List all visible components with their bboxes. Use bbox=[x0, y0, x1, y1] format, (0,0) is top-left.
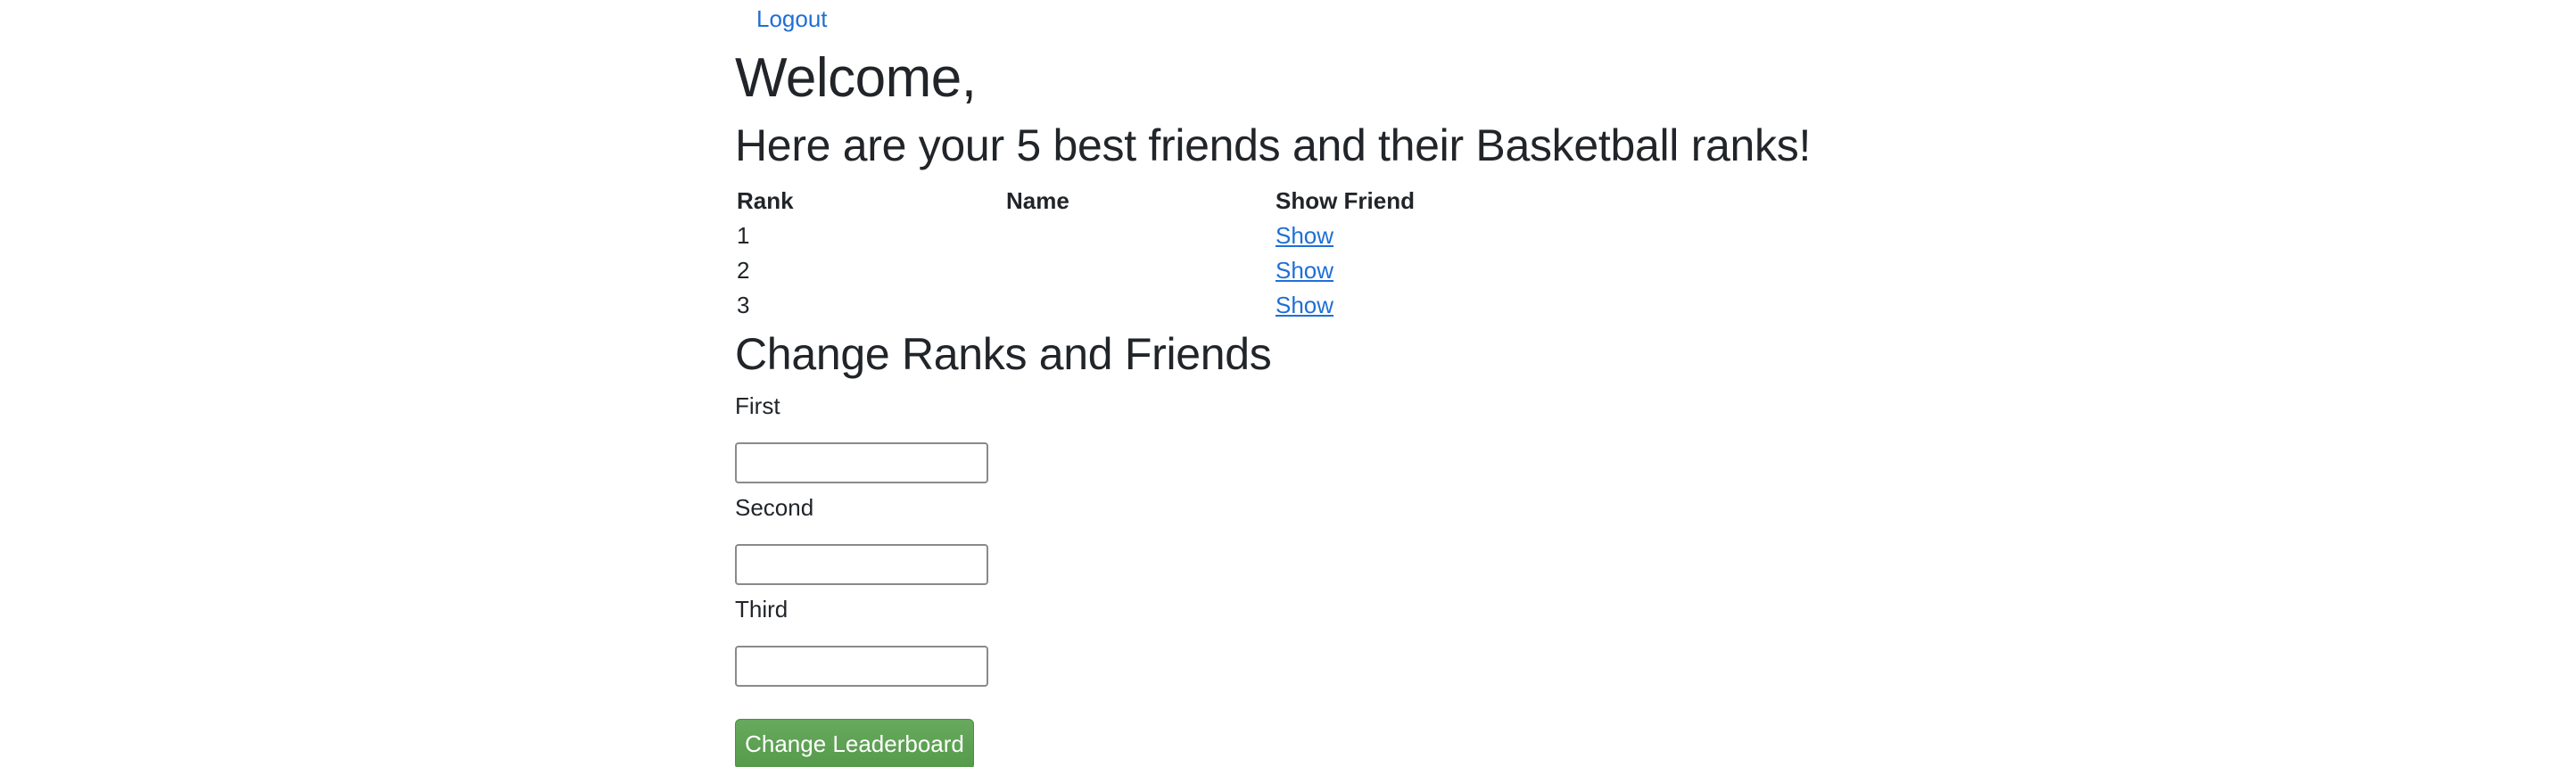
change-leaderboard-button[interactable]: Change Leaderboard bbox=[735, 719, 974, 767]
rank-cell: 3 bbox=[737, 292, 750, 318]
first-friend-input[interactable] bbox=[735, 442, 988, 483]
change-ranks-heading: Change Ranks and Friends bbox=[735, 329, 1272, 379]
friends-subtitle: Here are your 5 best friends and their B… bbox=[735, 120, 1812, 170]
ranks-table: Rank Name Show Friend 1 Show 2 Show 3 Sh… bbox=[735, 184, 1543, 323]
show-friend-column-header: Show Friend bbox=[1276, 187, 1415, 214]
second-friend-input[interactable] bbox=[735, 544, 988, 585]
rank-cell: 1 bbox=[737, 222, 750, 249]
table-row: 1 Show bbox=[735, 219, 1543, 253]
third-field-label: Third bbox=[735, 596, 788, 623]
first-field-label: First bbox=[735, 392, 780, 419]
rank-cell: 2 bbox=[737, 257, 750, 284]
welcome-heading: Welcome, bbox=[735, 47, 977, 109]
show-friend-link[interactable]: Show bbox=[1276, 257, 1333, 284]
name-cell bbox=[1004, 288, 1274, 323]
page: Logout Welcome, Here are your 5 best fri… bbox=[0, 0, 2576, 767]
rank-column-header: Rank bbox=[737, 187, 794, 214]
name-cell bbox=[1004, 253, 1274, 288]
third-friend-input[interactable] bbox=[735, 646, 988, 687]
show-friend-link[interactable]: Show bbox=[1276, 292, 1333, 318]
main-container: Logout Welcome, Here are your 5 best fri… bbox=[735, 0, 1841, 767]
second-field-label: Second bbox=[735, 494, 814, 521]
table-row: 2 Show bbox=[735, 253, 1543, 288]
name-column-header: Name bbox=[1006, 187, 1069, 214]
table-header-row: Rank Name Show Friend bbox=[735, 184, 1543, 219]
name-cell bbox=[1004, 219, 1274, 253]
show-friend-link[interactable]: Show bbox=[1276, 222, 1333, 249]
logout-link[interactable]: Logout bbox=[756, 5, 828, 32]
table-row: 3 Show bbox=[735, 288, 1543, 323]
change-ranks-form: First Second Third Change Leaderboard bbox=[735, 392, 1841, 767]
